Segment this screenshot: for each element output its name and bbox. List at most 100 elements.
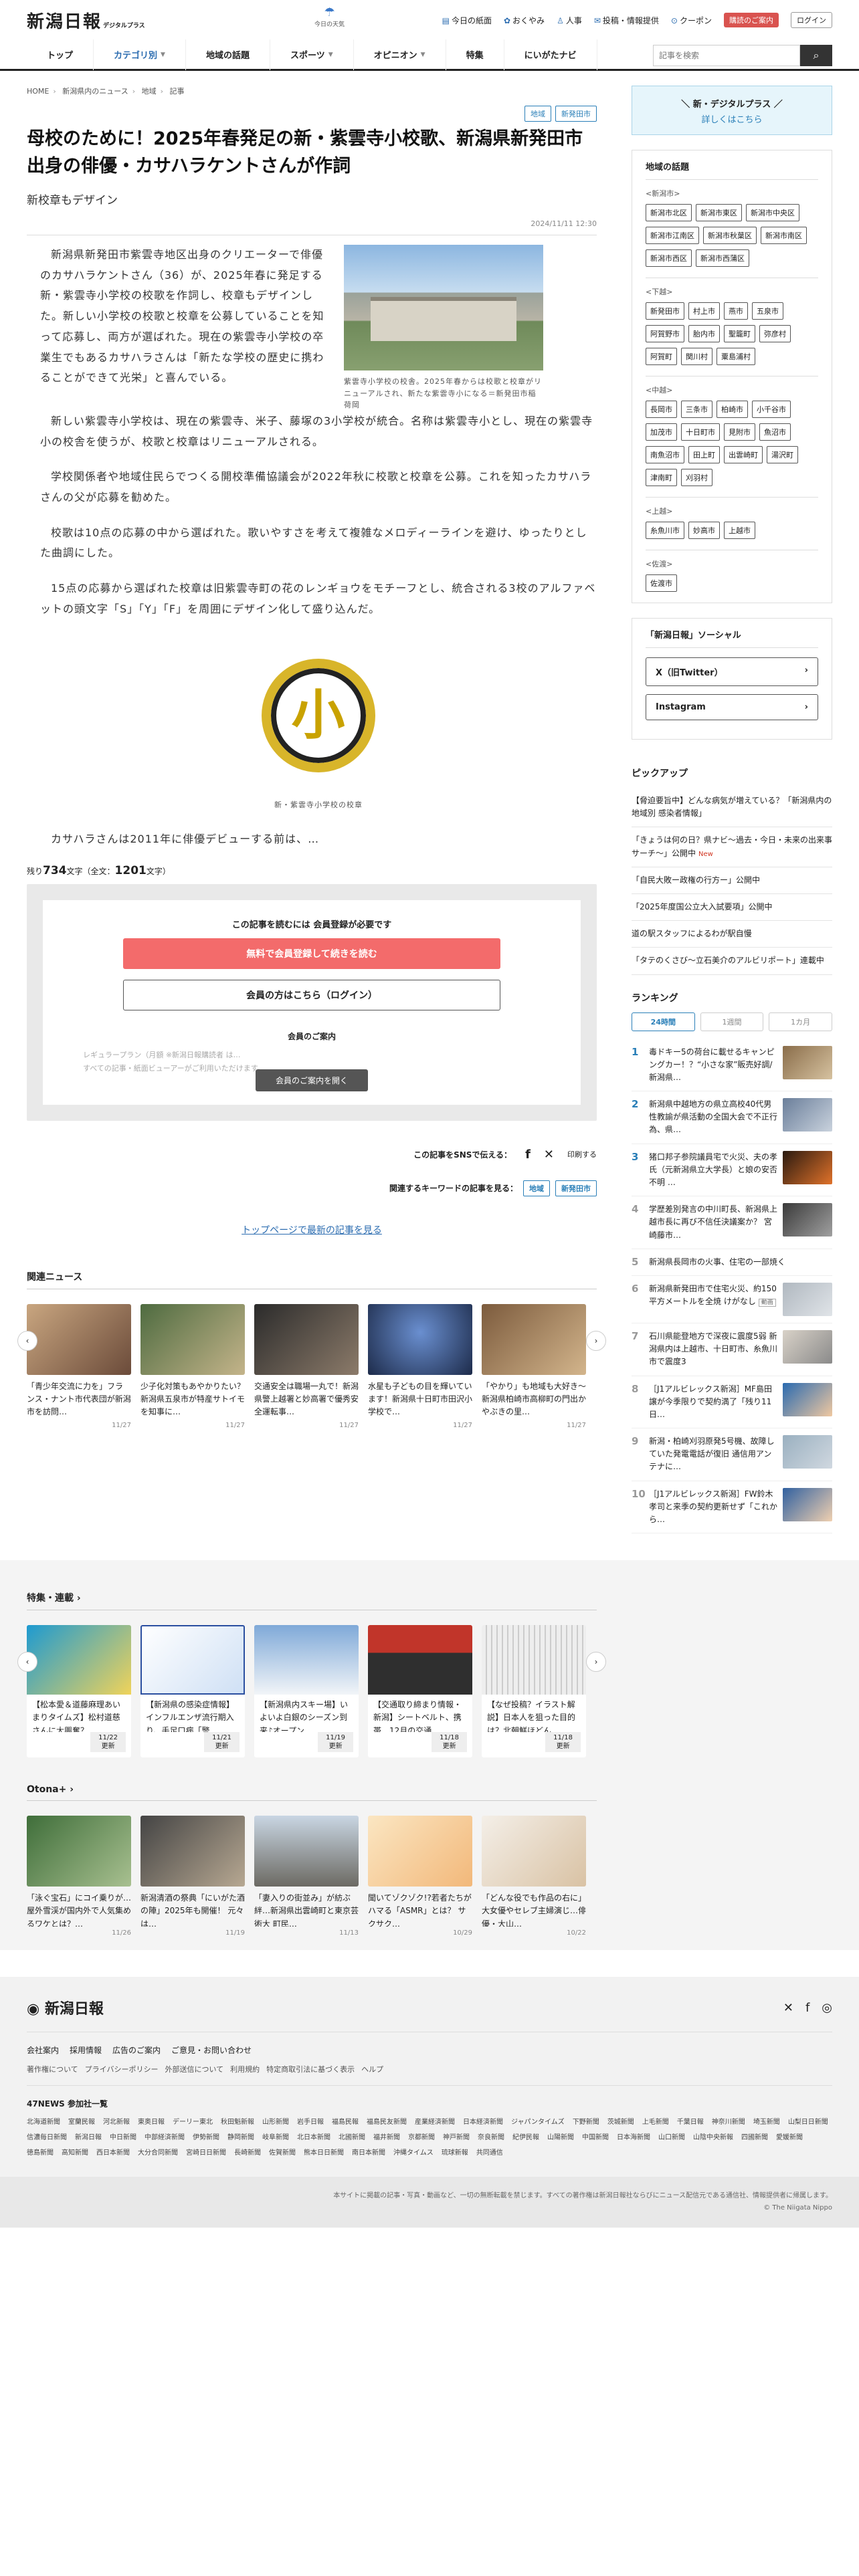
- ranking-item[interactable]: 9 新潟・柏崎刈羽原発5号機、故障していた発電電話が復旧 通信用アンテナに…: [632, 1428, 832, 1481]
- partner-paper-link[interactable]: 秋田魁新報: [221, 2116, 254, 2126]
- tab-1week[interactable]: 1週間: [700, 1012, 764, 1031]
- area-chip[interactable]: 新潟市秋葉区: [703, 227, 757, 244]
- ranking-item[interactable]: 5 新潟県長岡市の火事、住宅の一部焼く: [632, 1249, 832, 1276]
- pickup-item[interactable]: 「自民大敗ー政権の行方ー」公開中: [632, 867, 832, 894]
- partner-paper-link[interactable]: 岩手日報: [297, 2116, 324, 2126]
- area-chip[interactable]: 胎内市: [688, 325, 720, 342]
- tab-1month[interactable]: 1カ月: [769, 1012, 833, 1031]
- nav-top[interactable]: トップ: [27, 39, 94, 70]
- area-chip[interactable]: 粟島浦村: [717, 348, 755, 365]
- area-chip[interactable]: 妙高市: [688, 522, 720, 539]
- area-chip[interactable]: 上越市: [724, 522, 755, 539]
- partner-paper-link[interactable]: 南日本新聞: [352, 2147, 385, 2157]
- area-chip[interactable]: 新潟市西区: [646, 249, 692, 267]
- partner-paper-link[interactable]: 中部経済新聞: [145, 2131, 185, 2141]
- partner-paper-link[interactable]: 福井新聞: [373, 2131, 400, 2141]
- area-chip[interactable]: 阿賀野市: [646, 325, 684, 342]
- partner-paper-link[interactable]: 長崎新聞: [234, 2147, 261, 2157]
- area-chip[interactable]: 五泉市: [752, 302, 783, 320]
- instagram-icon[interactable]: ◎: [822, 2001, 832, 2015]
- coupon-link[interactable]: ⊙ クーポン: [671, 15, 712, 26]
- partner-paper-link[interactable]: 千葉日報: [677, 2116, 704, 2126]
- submit-info-link[interactable]: ✉ 投稿・情報提供: [594, 15, 659, 26]
- news-card[interactable]: 「青少年交流に力を」フランス・ナント市代表団が新潟市を訪問… 11/27: [27, 1303, 131, 1429]
- partner-paper-link[interactable]: 山口新聞: [658, 2131, 685, 2141]
- feature-card[interactable]: 【交通取り締まり情報・新潟】シートベルト、携帯…12月の交通… 11/18 更新: [368, 1625, 472, 1758]
- ranking-item[interactable]: 6 新潟県新発田市で住宅火災、約150平方メートルを全焼 けがなし 動画: [632, 1276, 832, 1323]
- footer-link[interactable]: ヘルプ: [361, 2064, 383, 2074]
- footer-link[interactable]: 会社案内: [27, 2044, 59, 2056]
- footer-link[interactable]: 特定商取引法に基づく表示: [266, 2064, 355, 2074]
- nav-sports[interactable]: スポーツ ▼: [270, 39, 354, 70]
- partner-paper-link[interactable]: 神奈川新聞: [712, 2116, 745, 2126]
- tag-shibata[interactable]: 新発田市: [555, 1180, 597, 1196]
- carousel-next-button[interactable]: ›: [586, 1330, 606, 1351]
- partner-paper-link[interactable]: 大分合同新聞: [138, 2147, 178, 2157]
- area-chip[interactable]: 見附市: [724, 423, 755, 441]
- facebook-icon[interactable]: f: [805, 2001, 809, 2015]
- pickup-item[interactable]: 【脅迫要旨中】どんな病気が増えている？「新潟県内の地域別 感染者情報」: [632, 788, 832, 828]
- member-login-button[interactable]: 会員の方はこちら（ログイン）: [123, 980, 500, 1011]
- print-link[interactable]: 印刷する: [567, 1149, 597, 1160]
- otona-card[interactable]: 「妻入りの街並み」が紡ぶ絆…新潟県出雲崎町と東京芸術大 町民… 11/13: [254, 1816, 359, 1937]
- area-chip[interactable]: 津南町: [646, 469, 677, 486]
- feature-card[interactable]: 【新潟県の感染症情報】インフルエンザ流行期入り、手足口病「警… 11/21 更新: [140, 1625, 245, 1758]
- footer-link[interactable]: ご意見・お問い合わせ: [171, 2044, 252, 2056]
- carousel-prev-button[interactable]: ‹: [17, 1330, 37, 1351]
- partner-paper-link[interactable]: 茨城新聞: [607, 2116, 634, 2126]
- area-chip[interactable]: 糸魚川市: [646, 522, 684, 539]
- nav-features[interactable]: 特集: [446, 39, 504, 70]
- facebook-icon[interactable]: f: [525, 1148, 531, 1162]
- footer-logo[interactable]: ◉ 新潟日報: [27, 1997, 104, 2018]
- pickup-item[interactable]: 「きょうは何の日？県ナビ〜過去・今日・未来の出来事サーチ〜」公開中 New: [632, 827, 832, 867]
- footer-link[interactable]: 外部送信について: [165, 2064, 223, 2074]
- personnel-link[interactable]: ♙ 人事: [557, 15, 582, 26]
- ranking-item[interactable]: 2 新潟県中越地方の県立高校40代男性教諭が県活動の全国大会で不正行為、県…: [632, 1091, 832, 1144]
- instagram-button[interactable]: Instagram ›: [646, 694, 818, 720]
- partner-paper-link[interactable]: 東奥日報: [138, 2116, 165, 2126]
- area-chip[interactable]: 湯沢町: [767, 446, 798, 463]
- area-chip[interactable]: 佐渡市: [646, 574, 677, 592]
- area-chip[interactable]: 出雲崎町: [724, 446, 763, 463]
- digital-plus-banner[interactable]: ＼ 新・デジタルプラス ／ 詳しくはこちら: [632, 86, 832, 135]
- pickup-item[interactable]: 「2025年度国公立大入試要項」公開中: [632, 894, 832, 922]
- obituary-link[interactable]: ✿ おくやみ: [504, 15, 545, 26]
- partner-paper-link[interactable]: 共同通信: [476, 2147, 503, 2157]
- ranking-item[interactable]: 4 学歴差別発言の中川町長、新潟県上越市長に再び不信任決議案か？ 宮崎藤市…: [632, 1196, 832, 1249]
- partner-paper-link[interactable]: 福島民友新聞: [367, 2116, 407, 2126]
- partner-paper-link[interactable]: 熊本日日新聞: [304, 2147, 344, 2157]
- partner-paper-link[interactable]: 神戸新聞: [443, 2131, 470, 2141]
- search-input[interactable]: [653, 45, 800, 66]
- x-icon[interactable]: ✕: [783, 2001, 793, 2015]
- partner-paper-link[interactable]: 琉球新報: [442, 2147, 468, 2157]
- tag-local[interactable]: 地域: [523, 1180, 550, 1196]
- otona-card[interactable]: 新潟清酒の祭典「にいがた酒の陣」2025年も開催！ 元々は… 11/19: [140, 1816, 245, 1937]
- ranking-item[interactable]: 1 毒ドキー5の荷台に載せるキャンピングカー！？“小さな家”販売好調/新潟県…: [632, 1039, 832, 1092]
- news-card[interactable]: 水星も子どもの目を輝いています！新潟県十日町市田沢小学校で… 11/27: [368, 1303, 472, 1429]
- area-chip[interactable]: 田上町: [688, 446, 720, 463]
- partner-paper-link[interactable]: 中日新聞: [110, 2131, 136, 2141]
- area-chip[interactable]: 刈羽村: [681, 469, 712, 486]
- nav-niigata-navi[interactable]: にいがたナビ: [504, 39, 597, 70]
- area-chip[interactable]: 新潟市北区: [646, 204, 692, 221]
- crumb-home[interactable]: HOME: [27, 87, 49, 96]
- partner-paper-link[interactable]: 山形新聞: [262, 2116, 289, 2126]
- news-card[interactable]: 少子化対策もあやかりたい？新潟県五泉市が特産サトイモを知事に… 11/27: [140, 1303, 245, 1429]
- nav-category[interactable]: カテゴリ別 ▼: [94, 39, 186, 70]
- partner-paper-link[interactable]: 北國新聞: [339, 2131, 365, 2141]
- partner-paper-link[interactable]: 日本海新聞: [617, 2131, 650, 2141]
- tab-24h[interactable]: 24時間: [632, 1012, 695, 1031]
- partner-paper-link[interactable]: 福島民報: [332, 2116, 359, 2126]
- partner-paper-link[interactable]: 西日本新聞: [96, 2147, 130, 2157]
- partner-paper-link[interactable]: 徳島新聞: [27, 2147, 54, 2157]
- x-twitter-button[interactable]: X（旧Twitter） ›: [646, 657, 818, 686]
- partner-paper-link[interactable]: 奈良新聞: [478, 2131, 504, 2141]
- partner-paper-link[interactable]: 室蘭民報: [68, 2116, 95, 2126]
- x-icon[interactable]: ✕: [544, 1148, 554, 1162]
- open-guide-button[interactable]: 会員のご案内を開く: [255, 1069, 368, 1091]
- partner-paper-link[interactable]: 埼玉新聞: [753, 2116, 780, 2126]
- partner-paper-link[interactable]: 河北新報: [103, 2116, 130, 2126]
- weather-link[interactable]: ☂ 今日の天気: [314, 5, 345, 28]
- footer-link[interactable]: 広告のご案内: [112, 2044, 161, 2056]
- area-chip[interactable]: 燕市: [724, 302, 748, 320]
